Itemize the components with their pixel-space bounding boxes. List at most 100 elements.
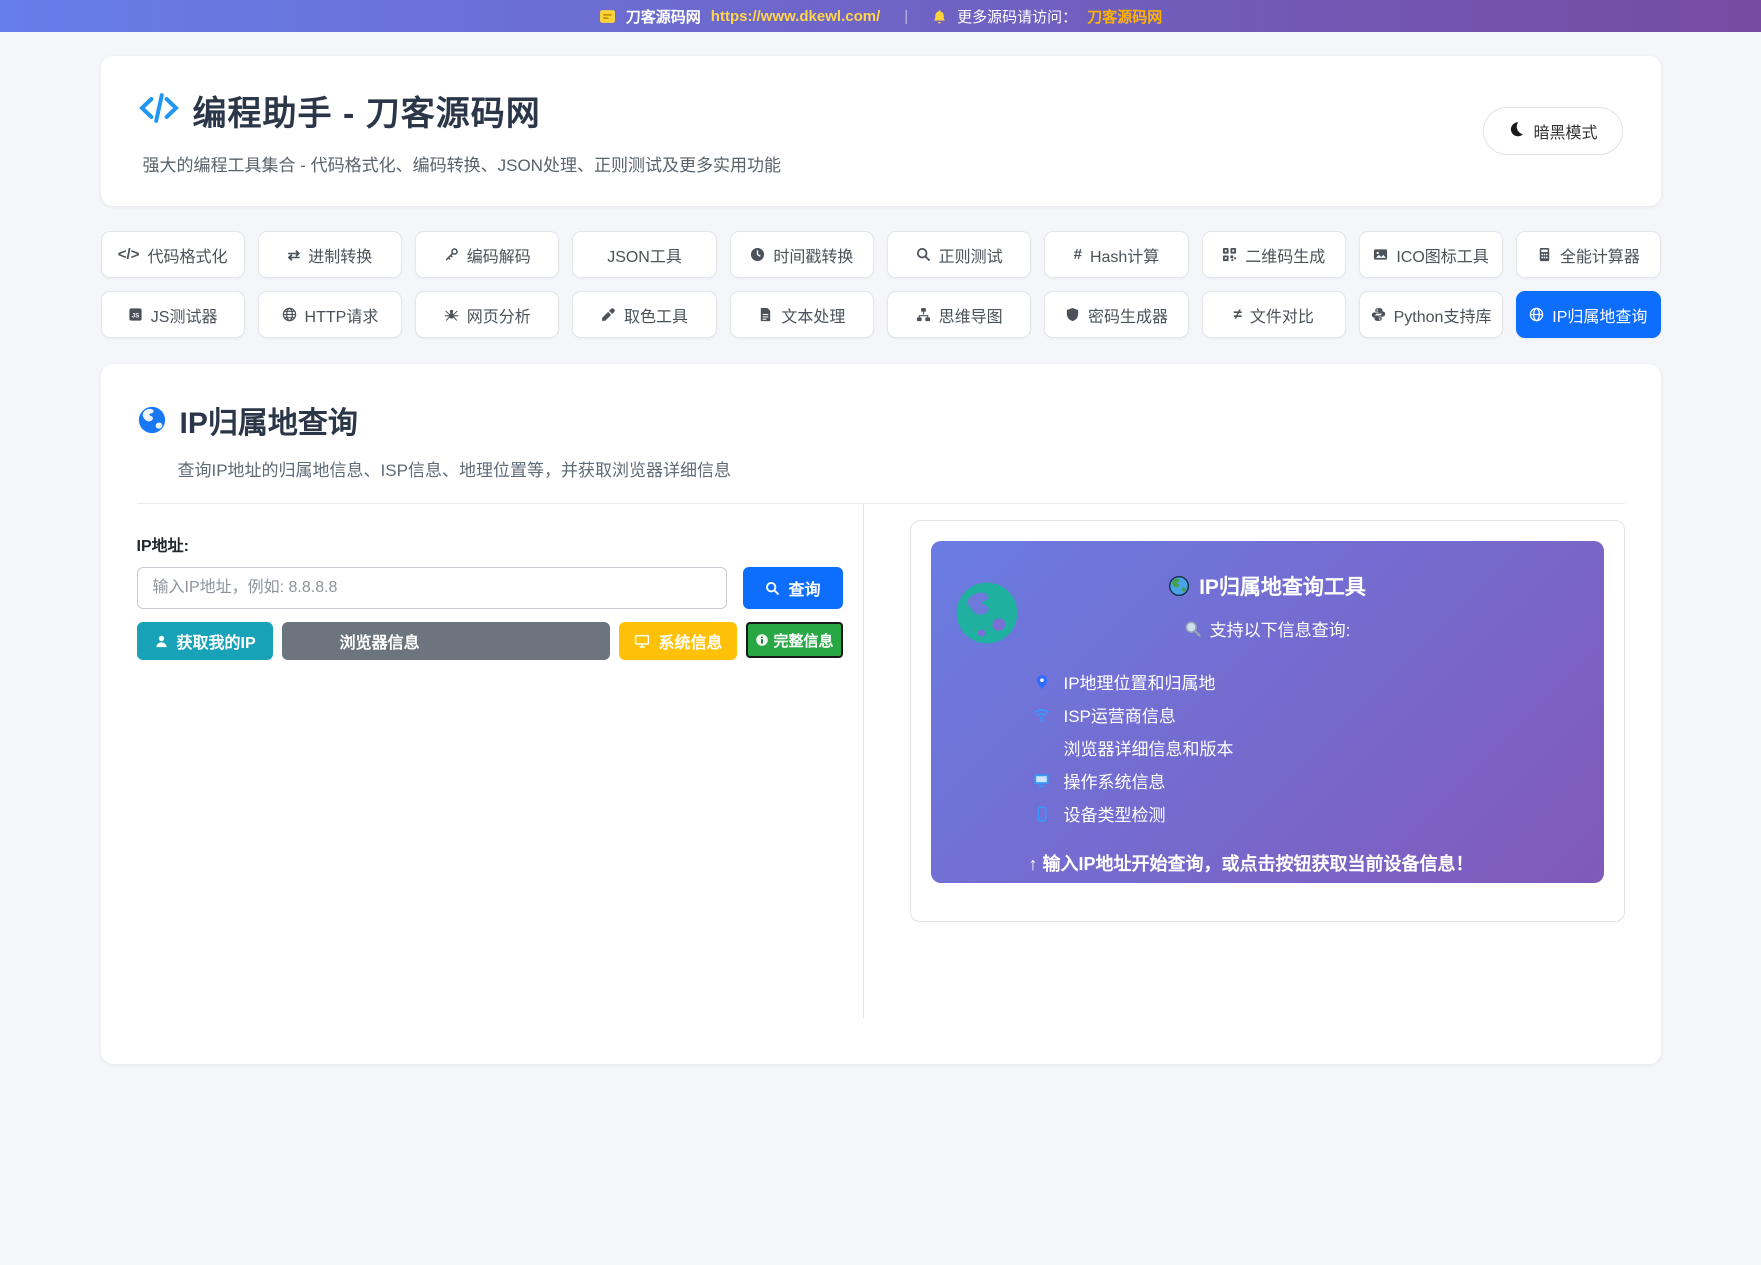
globe-watermark-icon [956,582,1017,644]
tool-tab-label: ICO图标工具 [1396,248,1489,266]
header-text-block: 编程助手 - 刀客源码网 强大的编程工具集合 - 代码格式化、编码转换、JSON… [138,86,781,176]
tool-tab-ip-lookup[interactable]: IP归属地查询 [1516,291,1661,338]
tool-tab-hash[interactable]: # Hash计算 [1044,231,1189,278]
not-equal-icon: ≠ [1233,306,1242,323]
tool-tab-js-tester[interactable]: JS JS测试器 [100,291,245,338]
list-item: 操作系统信息 [1033,764,1564,797]
site-logo-icon [599,8,616,25]
wifi-icon [1033,706,1051,723]
search-icon [766,581,780,595]
sitemap-icon [916,307,930,322]
browser-info-label: 浏览器信息 [339,635,420,652]
tool-tab-label: JS测试器 [150,308,218,326]
tool-tab-encode-decode[interactable]: 编码解码 [415,231,560,278]
topbar-separator: | [904,7,909,25]
ip-input[interactable] [136,567,728,609]
tool-tab-label: 二维码生成 [1245,248,1326,266]
location-pin-icon [1033,674,1051,690]
code-logo-icon [138,91,179,130]
tool-tab-label: 代码格式化 [147,248,228,266]
page-title: 编程助手 - 刀客源码网 [192,95,541,133]
tool-tab-regex[interactable]: 正则测试 [887,231,1032,278]
my-ip-button-label: 获取我的IP [176,635,256,652]
tool-tab-mindmap[interactable]: 思维导图 [887,291,1032,338]
page: 刀客源码网 https://www.dkewl.com/ | 更多源码请访问： … [0,0,1761,1265]
tool-tab-timestamp[interactable]: 时间戳转换 [729,231,874,278]
list-item: ISP运营商信息 [1033,698,1564,731]
tool-tab-base-convert[interactable]: ⇄ 进制转换 [257,231,403,278]
info-column: IP归属地查询工具 支持以下信息查询: IP地理位置和归属地 ISP运营商信息 … [864,504,1625,1019]
full-info-label: 完整信息 [773,632,834,650]
info-panel: IP归属地查询工具 支持以下信息查询: IP地理位置和归属地 ISP运营商信息 … [909,520,1625,922]
tool-tab-label: 进制转换 [308,248,373,266]
hash-icon: # [1073,246,1082,263]
tool-tab-label: 文件对比 [1249,308,1314,326]
js-icon: JS [129,308,142,321]
more-sources-link[interactable]: 刀客源码网 [1087,6,1162,27]
search-icon [916,247,930,262]
section-title: IP归属地查询 [179,407,358,440]
bell-icon [932,9,947,24]
magnifier-icon [1185,620,1201,637]
svg-text:JS: JS [132,312,139,319]
list-item: 设备类型检测 [1033,797,1564,830]
my-ip-button[interactable]: 获取我的IP [136,622,273,660]
browser-info-button[interactable]: 浏览器信息 [281,622,611,660]
tool-tab-json[interactable]: JSON工具 [572,231,717,278]
tool-tab-label: 编码解码 [466,248,531,266]
tool-tab-label: 取色工具 [624,308,689,326]
qrcode-icon [1223,247,1237,262]
system-info-label: 系统信息 [658,635,723,652]
feature-text: 浏览器详细信息和版本 [1063,740,1234,759]
list-item: 浏览器详细信息和版本 [1033,731,1564,764]
tool-tab-web-analyze[interactable]: 网页分析 [415,291,560,338]
tool-tab-label: 思维导图 [938,308,1003,326]
document-icon [761,307,771,322]
monitor-icon [1033,772,1051,789]
python-icon [1371,308,1385,321]
key-icon [445,248,458,261]
info-card-subtitle: 支持以下信息查询: [1209,621,1351,640]
ip-label: IP地址: [136,538,189,555]
tool-tab-label: IP归属地查询 [1552,308,1648,326]
tools-grid: </> 代码格式化 ⇄ 进制转换 编码解码 JSON工具 时间戳转换 正则测试 [100,231,1661,338]
tool-tab-label: 文本处理 [781,308,846,326]
tool-tab-color-picker[interactable]: 取色工具 [572,291,717,338]
tool-tab-label: 网页分析 [466,308,531,326]
eyedropper-icon [602,308,615,321]
calculator-icon [1539,247,1550,262]
tool-tab-code-format[interactable]: </> 代码格式化 [100,231,245,278]
tool-tab-qrcode[interactable]: 二维码生成 [1201,231,1346,278]
globe-icon [1530,307,1544,322]
tool-tab-label: 全能计算器 [1559,248,1640,266]
lookup-form: IP地址: 查询 获取我的IP 浏 [136,504,864,1019]
tool-tab-calculator[interactable]: 全能计算器 [1516,231,1661,278]
feature-text: IP地理位置和归属地 [1063,674,1216,693]
tool-tab-python-lib[interactable]: Python支持库 [1358,291,1504,338]
info-card-note: ↑ 输入IP地址开始查询，或点击按钮获取当前设备信息！ [1028,854,1474,874]
full-info-button[interactable]: 完整信息 [746,622,843,658]
main-card: IP归属地查询 查询IP地址的归属地信息、ISP信息、地理位置等，并获取浏览器详… [100,364,1661,1064]
feature-text: 设备类型检测 [1063,806,1166,825]
more-sources-text: 更多源码请访问： [957,8,1078,26]
site-url-link[interactable]: https://www.dkewl.com/ [711,8,880,25]
tool-tab-label: HTTP请求 [304,308,379,326]
tool-tab-text-process[interactable]: 文本处理 [729,291,874,338]
tool-tab-label: JSON工具 [607,248,682,266]
tool-tab-file-diff[interactable]: ≠ 文件对比 [1201,291,1346,338]
tool-tab-http[interactable]: HTTP请求 [257,291,403,338]
system-info-button[interactable]: 系统信息 [619,622,738,660]
ip-tool-card: IP归属地查询工具 支持以下信息查询: IP地理位置和归属地 ISP运营商信息 … [930,541,1604,883]
site-name: 刀客源码网 [625,8,701,26]
info-card-title: IP归属地查询工具 [1199,576,1366,599]
dark-mode-button[interactable]: 暗黑模式 [1483,107,1623,155]
query-button[interactable]: 查询 [743,567,843,609]
tool-tab-ico[interactable]: ICO图标工具 [1358,231,1504,278]
tool-tab-password-gen[interactable]: 密码生成器 [1044,291,1189,338]
globe-icon [282,307,296,322]
topbar: 刀客源码网 https://www.dkewl.com/ | 更多源码请访问： … [0,0,1761,32]
monitor-icon [635,634,650,648]
feature-text: 操作系统信息 [1063,773,1166,792]
page-subtitle: 强大的编程工具集合 - 代码格式化、编码转换、JSON处理、正则测试及更多实用功… [142,156,781,175]
moon-icon [1508,121,1524,142]
